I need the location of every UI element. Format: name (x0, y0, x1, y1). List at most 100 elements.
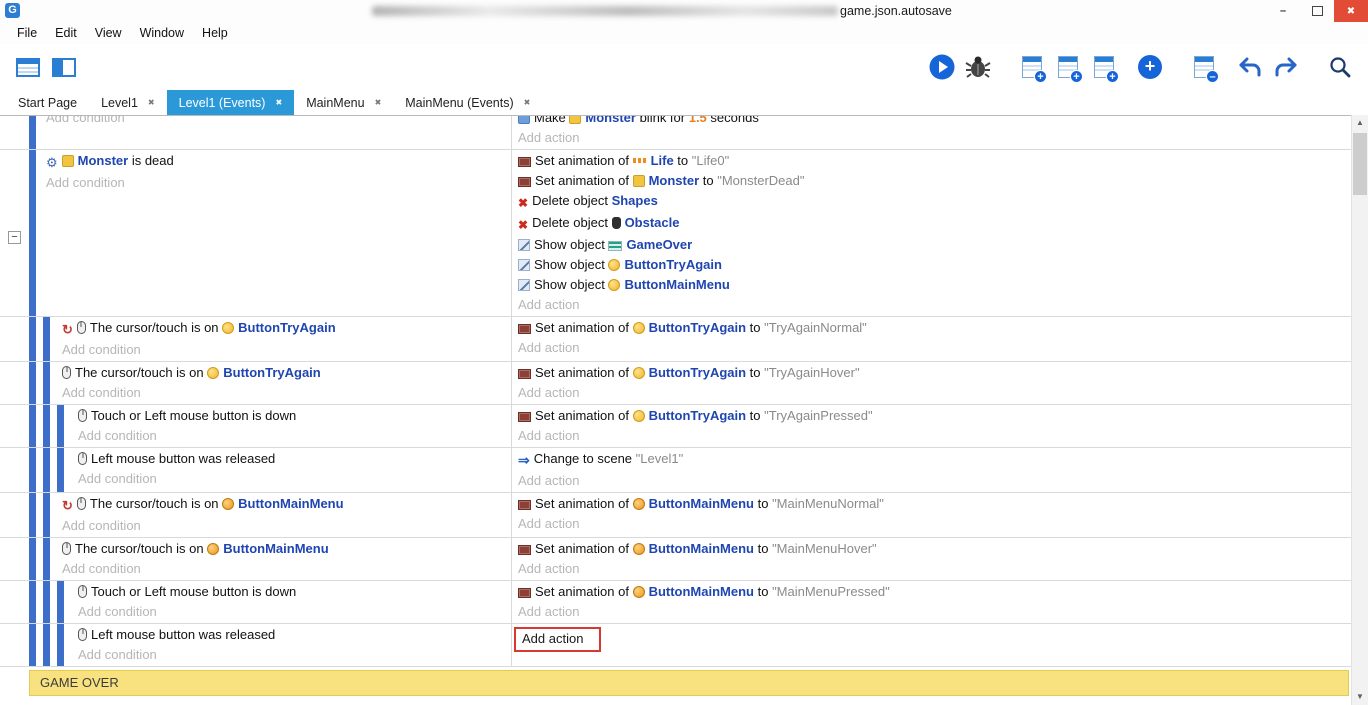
project-manager-icon[interactable] (12, 51, 44, 83)
tab-level1[interactable]: Level1 (89, 90, 167, 115)
delete-event-icon[interactable] (1188, 51, 1220, 83)
add-condition-button[interactable]: Add condition (56, 340, 511, 360)
tab-start-page[interactable]: Start Page (6, 90, 89, 115)
action-line[interactable]: Set animation of ButtonMainMenu to "Main… (512, 539, 1351, 559)
scroll-down-icon[interactable] (1352, 689, 1368, 705)
tab-close-icon[interactable] (524, 98, 531, 107)
event-indent-bar (57, 448, 64, 492)
menu-help[interactable]: Help (193, 26, 237, 40)
add-action-button[interactable]: Add action (512, 128, 1351, 148)
add-condition-button[interactable]: Add condition (56, 516, 511, 536)
event-row[interactable]: The cursor/touch is on ButtonTryAgainAdd… (0, 362, 1351, 405)
menu-window[interactable]: Window (131, 26, 193, 40)
add-action-button[interactable]: Add action (512, 559, 1351, 579)
add-comment-icon[interactable] (1088, 51, 1120, 83)
vertical-scrollbar[interactable] (1351, 115, 1368, 705)
action-line[interactable]: Show object ButtonMainMenu (512, 275, 1351, 295)
add-action-button[interactable]: Add action (512, 514, 1351, 534)
action-line[interactable]: Set animation of ButtonMainMenu to "Main… (512, 582, 1351, 602)
add-condition-button[interactable]: Add condition (72, 645, 511, 665)
event-row[interactable]: The cursor/touch is on ButtonTryAgainAdd… (0, 317, 1351, 362)
event-row[interactable]: Add conditionMake Monster blink for 1.5 … (0, 115, 1351, 150)
action-line[interactable]: Set animation of ButtonTryAgain to "TryA… (512, 406, 1351, 426)
tab-close-icon[interactable] (148, 98, 155, 107)
scroll-up-icon[interactable] (1352, 115, 1368, 131)
life-icon (633, 158, 647, 163)
redo-icon[interactable] (1270, 51, 1302, 83)
close-button[interactable] (1334, 0, 1368, 22)
comment-row[interactable]: GAME OVER (29, 670, 1349, 696)
tab-close-icon[interactable] (275, 98, 282, 107)
scrollbar-thumb[interactable] (1353, 133, 1367, 195)
event-row[interactable]: Touch or Left mouse button is downAdd co… (0, 405, 1351, 448)
action-line[interactable]: Set animation of ButtonTryAgain to "TryA… (512, 363, 1351, 383)
add-action-button[interactable]: Add action (512, 383, 1351, 403)
condition-line[interactable]: The cursor/touch is on ButtonTryAgain (56, 318, 511, 340)
action-line[interactable]: Set animation of ButtonMainMenu to "Main… (512, 494, 1351, 514)
action-line[interactable]: Delete object Obstacle (512, 213, 1351, 235)
menu-file[interactable]: File (8, 26, 46, 40)
action-line[interactable]: Show object ButtonTryAgain (512, 255, 1351, 275)
btn-orange-icon (207, 543, 219, 555)
condition-line[interactable]: Monster is dead (40, 151, 511, 173)
add-action-button[interactable]: Add action (512, 602, 1351, 622)
condition-line[interactable]: The cursor/touch is on ButtonTryAgain (56, 363, 511, 383)
add-condition-button[interactable]: Add condition (56, 559, 511, 579)
event-row[interactable]: The cursor/touch is on ButtonMainMenuAdd… (0, 538, 1351, 581)
action-line[interactable]: Change to scene "Level1" (512, 449, 1351, 471)
condition-line[interactable]: Touch or Left mouse button is down (72, 582, 511, 602)
tab-mainmenu-events[interactable]: MainMenu (Events) (393, 90, 542, 115)
action-line[interactable]: Delete object Shapes (512, 191, 1351, 213)
add-action-button-highlighted[interactable]: Add action (514, 627, 601, 652)
event-row[interactable]: Touch or Left mouse button is downAdd co… (0, 581, 1351, 624)
action-line[interactable]: Show object GameOver (512, 235, 1351, 255)
add-condition-button[interactable]: Add condition (56, 383, 511, 403)
app-logo-icon: G (5, 3, 20, 18)
maximize-button[interactable] (1300, 0, 1334, 22)
collapse-toggle-icon[interactable] (8, 231, 21, 244)
add-event-icon[interactable] (1016, 51, 1048, 83)
btn-yellow-icon (633, 410, 645, 422)
text-fragment: Set animation of (535, 173, 633, 188)
tab-mainmenu[interactable]: MainMenu (294, 90, 393, 115)
add-sub-event-icon[interactable] (1052, 51, 1084, 83)
add-other-event-icon[interactable] (1134, 51, 1166, 83)
menu-view[interactable]: View (86, 26, 131, 40)
add-condition-button[interactable]: Add condition (40, 115, 511, 128)
add-action-button[interactable]: Add action (512, 426, 1351, 446)
condition-line[interactable]: Touch or Left mouse button is down (72, 406, 511, 426)
condition-line[interactable]: Left mouse button was released (72, 449, 511, 469)
action-line[interactable]: Make Monster blink for 1.5 seconds (512, 115, 1351, 128)
undo-icon[interactable] (1234, 51, 1266, 83)
add-condition-button[interactable]: Add condition (72, 426, 511, 446)
minimize-button[interactable] (1266, 0, 1300, 22)
btn-orange-icon (222, 498, 234, 510)
action-line[interactable]: Set animation of Life to "Life0" (512, 151, 1351, 171)
event-row[interactable]: Left mouse button was releasedAdd condit… (0, 448, 1351, 493)
action-line[interactable]: Set animation of Monster to "MonsterDead… (512, 171, 1351, 191)
gameover-icon (608, 241, 622, 251)
text-fragment: 1.5 (689, 115, 707, 125)
add-condition-button[interactable]: Add condition (40, 173, 511, 193)
text-fragment: The cursor/touch is on (90, 320, 222, 335)
event-row[interactable]: Left mouse button was releasedAdd condit… (0, 624, 1351, 667)
event-indent-bar (57, 581, 64, 623)
event-row[interactable]: Monster is deadAdd conditionSet animatio… (0, 150, 1351, 317)
event-row[interactable]: The cursor/touch is on ButtonMainMenuAdd… (0, 493, 1351, 538)
menu-edit[interactable]: Edit (46, 26, 86, 40)
condition-line[interactable]: The cursor/touch is on ButtonMainMenu (56, 494, 511, 516)
action-line[interactable]: Set animation of ButtonTryAgain to "TryA… (512, 318, 1351, 338)
condition-line[interactable]: Left mouse button was released (72, 625, 511, 645)
add-action-button[interactable]: Add action (512, 295, 1351, 315)
debug-icon[interactable] (962, 51, 994, 83)
tab-close-icon[interactable] (375, 98, 382, 107)
preview-icon[interactable] (926, 51, 958, 83)
search-icon[interactable] (1324, 51, 1356, 83)
tab-level1-events[interactable]: Level1 (Events) (167, 90, 295, 115)
add-condition-button[interactable]: Add condition (72, 469, 511, 489)
add-action-button[interactable]: Add action (512, 338, 1351, 358)
add-condition-button[interactable]: Add condition (72, 602, 511, 622)
condition-line[interactable]: The cursor/touch is on ButtonMainMenu (56, 539, 511, 559)
add-action-button[interactable]: Add action (512, 471, 1351, 491)
start-page-icon[interactable] (48, 51, 80, 83)
